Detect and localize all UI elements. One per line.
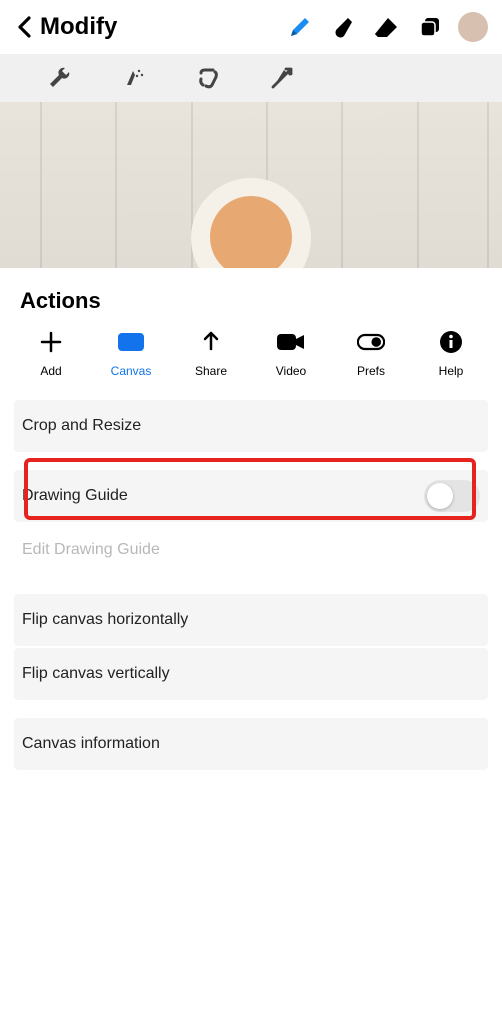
row-label: Drawing Guide xyxy=(22,487,128,505)
row-crop-resize[interactable]: Crop and Resize xyxy=(14,400,488,452)
tab-label: Prefs xyxy=(357,364,385,378)
canvas-options-list: Crop and Resize Drawing Guide Edit Drawi… xyxy=(0,392,502,780)
top-bar: Modify xyxy=(0,0,502,54)
toggle-icon xyxy=(357,328,385,356)
row-canvas-information[interactable]: Canvas information xyxy=(14,718,488,770)
canvas-preview xyxy=(0,102,502,268)
selection-icon[interactable] xyxy=(192,62,224,94)
tab-canvas[interactable]: Canvas xyxy=(102,328,160,378)
sub-toolbar xyxy=(0,54,502,102)
eraser-icon[interactable] xyxy=(364,5,408,49)
tab-share[interactable]: Share xyxy=(182,328,240,378)
row-flip-vertical[interactable]: Flip canvas vertically xyxy=(14,648,488,700)
arrow-icon[interactable] xyxy=(266,62,298,94)
row-edit-drawing-guide: Edit Drawing Guide xyxy=(14,524,488,576)
tab-video[interactable]: Video xyxy=(262,328,320,378)
row-flip-horizontal[interactable]: Flip canvas horizontally xyxy=(14,594,488,646)
tab-label: Video xyxy=(276,364,306,378)
panel-title: Actions xyxy=(0,288,502,328)
tab-label: Add xyxy=(40,364,61,378)
tab-add[interactable]: Add xyxy=(22,328,80,378)
video-icon xyxy=(277,328,305,356)
adjustments-icon[interactable] xyxy=(118,62,150,94)
canvas-icon xyxy=(117,328,145,356)
actions-panel: Actions Add Canvas Share Video xyxy=(0,268,502,1036)
info-icon xyxy=(437,328,465,356)
brush-icon[interactable] xyxy=(276,5,320,49)
row-label: Flip canvas vertically xyxy=(22,665,170,683)
drawing-guide-toggle[interactable] xyxy=(424,480,480,512)
actions-tabs: Add Canvas Share Video Prefs xyxy=(0,328,502,392)
toggle-knob xyxy=(427,483,453,509)
tab-label: Share xyxy=(195,364,227,378)
color-swatch[interactable] xyxy=(458,12,488,42)
row-label: Crop and Resize xyxy=(22,417,141,435)
back-button[interactable] xyxy=(14,16,36,38)
page-title: Modify xyxy=(40,13,117,41)
tab-label: Canvas xyxy=(111,364,152,378)
wrench-icon[interactable] xyxy=(44,62,76,94)
row-label: Canvas information xyxy=(22,735,160,753)
share-icon xyxy=(197,328,225,356)
tab-label: Help xyxy=(439,364,464,378)
row-label: Edit Drawing Guide xyxy=(22,541,160,559)
row-label: Flip canvas horizontally xyxy=(22,611,188,629)
tab-help[interactable]: Help xyxy=(422,328,480,378)
plus-icon xyxy=(37,328,65,356)
row-drawing-guide[interactable]: Drawing Guide xyxy=(14,470,488,522)
tab-prefs[interactable]: Prefs xyxy=(342,328,400,378)
smudge-icon[interactable] xyxy=(320,5,364,49)
layers-icon[interactable] xyxy=(408,5,452,49)
